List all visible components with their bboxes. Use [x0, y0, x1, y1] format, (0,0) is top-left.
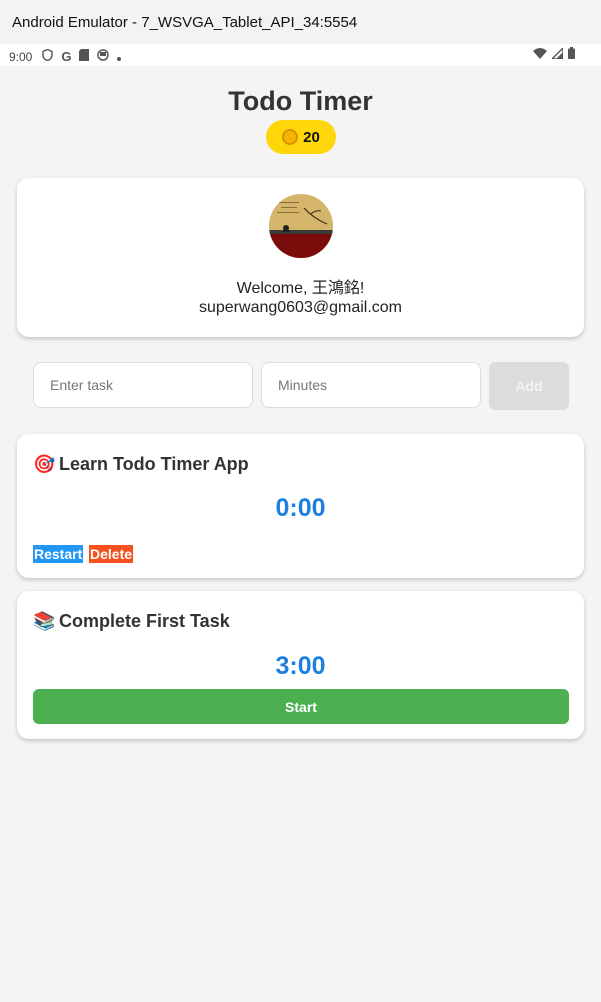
- start-button[interactable]: Start: [33, 689, 569, 724]
- delete-button[interactable]: Delete: [89, 545, 134, 563]
- sd-card-icon: [79, 49, 90, 64]
- profile-card: Welcome, 王鴻銘! superwang0603@gmail.com: [17, 178, 584, 337]
- task-title: 📚 Complete First Task: [33, 611, 230, 632]
- emulator-window-title: Android Emulator - 7_WSVGA_Tablet_API_34…: [0, 0, 601, 44]
- wifi-icon: [533, 47, 547, 62]
- shield-icon: [42, 48, 54, 64]
- task-card: 📚 Complete First Task 3:00 Start: [17, 591, 584, 739]
- status-time: 9:00: [9, 49, 33, 64]
- notification-icon: [97, 49, 110, 64]
- app-title: Todo Timer: [228, 86, 373, 116]
- target-icon: 🎯: [33, 454, 56, 474]
- coin-count: 20: [303, 128, 320, 146]
- task-title: 🎯 Learn Todo Timer App: [33, 454, 249, 475]
- coin-icon: [282, 129, 299, 145]
- task-title-text: Learn Todo Timer App: [59, 454, 249, 474]
- todo-timer-app: Todo Timer 20 Welcome, 王鴻銘! superwang060…: [0, 66, 601, 1002]
- avatar[interactable]: [269, 194, 333, 258]
- google-icon: G: [61, 49, 72, 64]
- android-status-bar: 9:00 G: [0, 44, 601, 66]
- minutes-input[interactable]: Minutes: [261, 362, 481, 408]
- restart-button[interactable]: Restart: [33, 545, 84, 563]
- welcome-text: Welcome, 王鴻銘!: [236, 280, 365, 297]
- task-timer: 0:00: [275, 494, 326, 522]
- task-input[interactable]: Enter task: [33, 362, 253, 408]
- books-icon: 📚: [33, 611, 56, 631]
- coin-balance-badge: 20: [266, 120, 336, 154]
- task-timer: 3:00: [275, 652, 326, 680]
- battery-icon: [568, 47, 575, 62]
- task-card: 🎯 Learn Todo Timer App 0:00 Restart Dele…: [17, 434, 584, 578]
- user-email: superwang0603@gmail.com: [198, 299, 402, 316]
- add-task-button[interactable]: Add: [489, 362, 569, 410]
- signal-icon: [550, 45, 564, 62]
- dot-icon: [117, 50, 122, 64]
- task-title-text: Complete First Task: [59, 611, 230, 631]
